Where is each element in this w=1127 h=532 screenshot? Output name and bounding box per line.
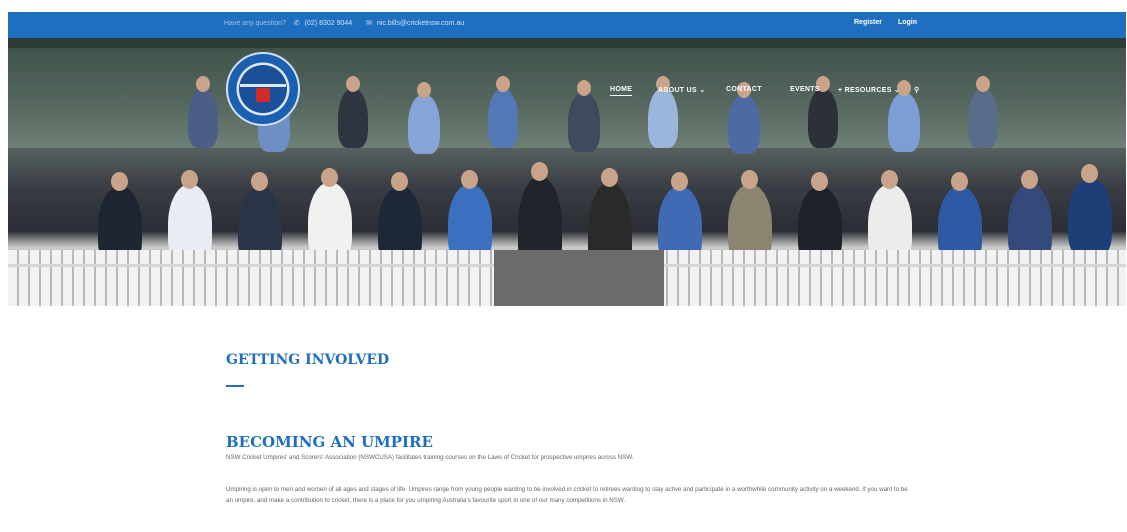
nav-about-us[interactable]: ABOUT US ⌄ bbox=[658, 86, 705, 94]
page-title: GETTING INVOLVED bbox=[226, 352, 390, 368]
contact-info: Have any question? ✆ (02) 8302 9044 ✉ ni… bbox=[224, 19, 464, 27]
nav-resources[interactable]: + RESOURCES ⌄ bbox=[838, 86, 900, 94]
intro-paragraph: NSW Cricket Umpires' and Scorers' Associ… bbox=[226, 454, 634, 461]
main-navigation: HOME ABOUT US ⌄ CONTACT EVENTS + RESOURC… bbox=[8, 38, 1126, 118]
email-icon: ✉ bbox=[366, 20, 372, 27]
title-underline bbox=[226, 385, 244, 387]
picket-fence bbox=[8, 250, 1126, 306]
register-link[interactable]: Register bbox=[854, 19, 882, 26]
question-text: Have any question? bbox=[224, 20, 286, 27]
account-links: Register Login bbox=[854, 19, 931, 26]
nav-events[interactable]: EVENTS bbox=[790, 86, 820, 93]
page-frame: Have any question? ✆ (02) 8302 9044 ✉ ni… bbox=[8, 12, 1126, 532]
phone-icon: ✆ bbox=[293, 20, 300, 27]
nav-home[interactable]: HOME bbox=[610, 86, 633, 96]
phone-link[interactable]: (02) 8302 9044 bbox=[305, 20, 352, 27]
email-link[interactable]: nic.bills@cricketnsw.com.au bbox=[377, 20, 464, 27]
search-icon[interactable]: ⚲ bbox=[914, 86, 919, 94]
top-contact-bar: Have any question? ✆ (02) 8302 9044 ✉ ni… bbox=[8, 12, 1126, 38]
nav-contact[interactable]: CONTACT bbox=[726, 86, 762, 93]
hero-banner-image: HOME ABOUT US ⌄ CONTACT EVENTS + RESOURC… bbox=[8, 38, 1126, 306]
umpiring-paragraph: Umpiring is open to men and women of all… bbox=[226, 486, 908, 504]
login-link[interactable]: Login bbox=[898, 19, 917, 26]
section-title: BECOMING AN UMPIRE bbox=[226, 433, 433, 451]
